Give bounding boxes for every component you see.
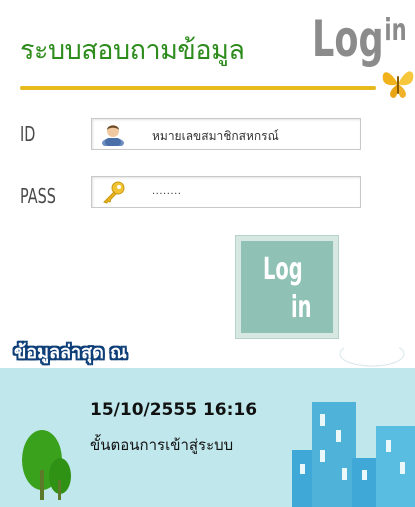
id-field[interactable]: หมายเลขสมาชิกสหกรณ์ — [91, 118, 361, 150]
user-icon — [102, 125, 124, 146]
butterfly-icon — [382, 71, 414, 98]
login-brand-logo: Login — [312, 14, 407, 64]
page-title: ระบบสอบถามข้อมูล — [20, 35, 245, 66]
password-field[interactable]: ........ — [91, 176, 361, 208]
building-icon — [292, 402, 415, 507]
login-button-label-top: Log — [263, 252, 303, 287]
latest-update-timestamp: 15/10/2555 16:16 — [90, 400, 258, 420]
id-label: ID — [20, 122, 36, 146]
key-icon — [103, 181, 125, 204]
login-steps-link[interactable]: ขั้นตอนการเข้าสู่ระบบ — [90, 433, 233, 457]
cloud-icon — [339, 332, 405, 367]
pass-label: PASS — [20, 184, 56, 208]
tree-icon — [22, 430, 71, 500]
id-field-value: หมายเลขสมาชิกสหกรณ์ — [152, 129, 279, 143]
login-button[interactable]: Log in — [235, 235, 339, 339]
login-brand-sup: in — [384, 13, 407, 48]
login-button-label-bottom: in — [291, 290, 312, 325]
password-field-value: ........ — [152, 186, 182, 197]
latest-info-heading: ข้อมูลล่าสุด ณ — [14, 342, 127, 363]
title-divider — [20, 86, 376, 90]
login-brand-text: Log — [312, 10, 384, 68]
